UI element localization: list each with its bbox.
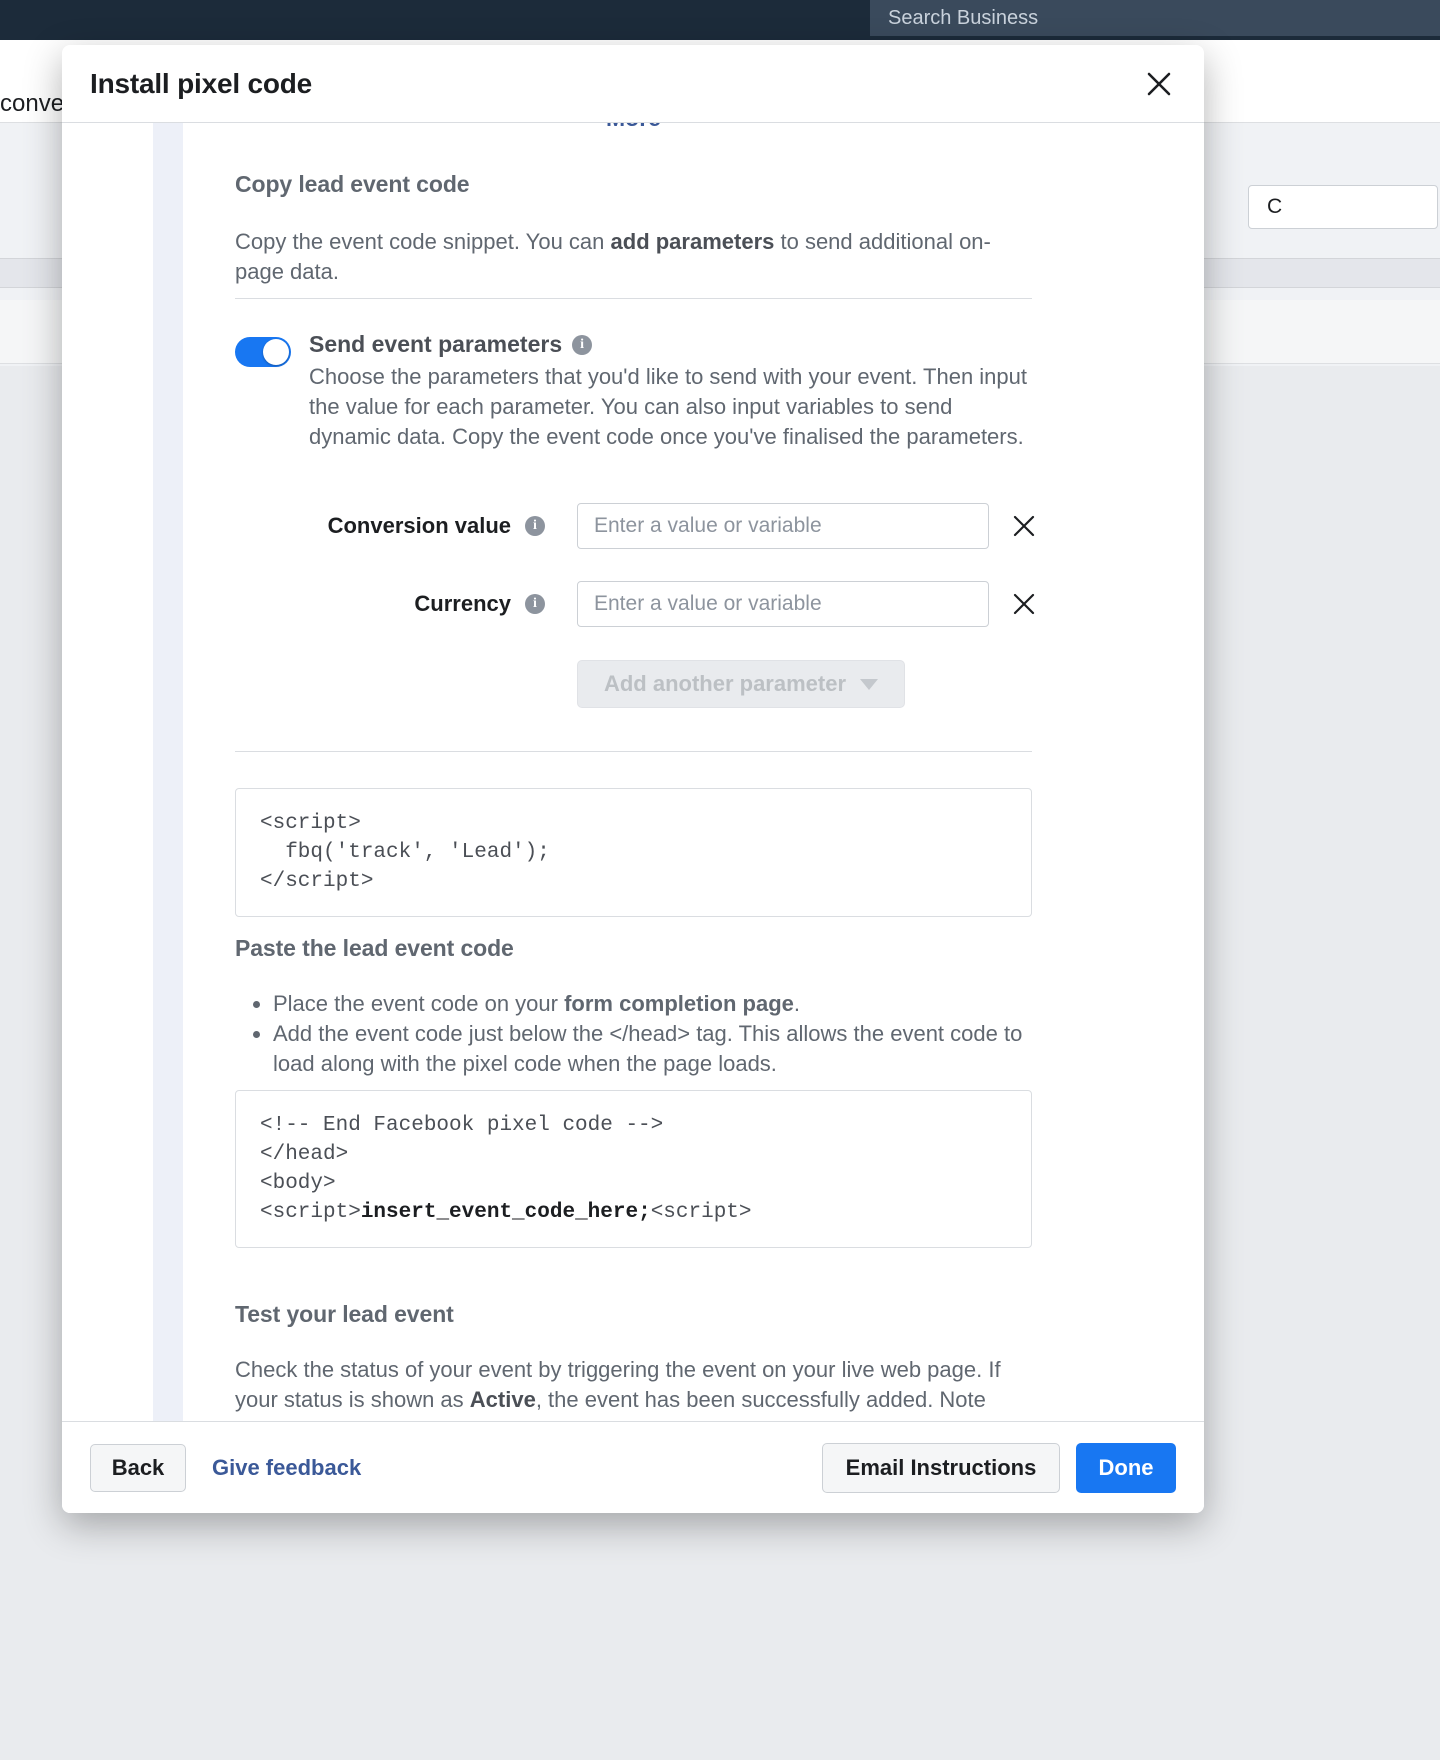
info-icon[interactable]: i [525, 516, 545, 536]
toggle-knob [263, 339, 289, 365]
conversion-value-label: Conversion value [327, 513, 511, 538]
send-event-parameters-title-row: Send event parameters i [309, 331, 1039, 358]
app-top-bar: Search Business [0, 0, 1440, 40]
remove-conversion-value-icon[interactable] [1009, 511, 1039, 541]
copy-lead-event-code-description: Copy the event code snippet. You can add… [235, 227, 1025, 287]
parameter-label-wrap: Conversion value i [235, 513, 545, 539]
send-event-parameters-description: Choose the parameters that you'd like to… [309, 364, 1027, 449]
paste-snippet-line-2: </head> [260, 1143, 349, 1166]
info-icon[interactable]: i [572, 334, 593, 355]
bullet-2-text: Add the event code just below the </head… [273, 1021, 1023, 1076]
give-feedback-link[interactable]: Give feedback [212, 1455, 361, 1481]
bullet-1-part2: . [793, 991, 801, 1016]
paste-snippet-line-4-bold: insert_event_code_here; [360, 1201, 651, 1224]
copy-lead-desc-part1: Copy the event code snippet. You can [235, 229, 611, 254]
currency-input[interactable] [577, 581, 989, 627]
dialog-header: Install pixel code [62, 45, 1204, 123]
conversion-value-input[interactable] [577, 503, 989, 549]
section-divider-mid [235, 751, 1032, 752]
parameter-label-wrap: Currency i [235, 591, 545, 617]
list-item: Add the event code just below the </head… [273, 1019, 1032, 1079]
info-icon[interactable]: i [525, 594, 545, 614]
copy-lead-event-code-heading: Copy lead event code [235, 171, 470, 197]
close-icon[interactable] [1138, 63, 1180, 105]
send-event-parameters-label: Send event parameters [309, 331, 563, 357]
bullet-1-bold: form completion page [564, 991, 794, 1016]
dialog-scroll-body[interactable]: More Copy lead event code Copy the event… [62, 123, 1204, 1421]
dialog-footer: Back Give feedback Email Instructions Do… [62, 1421, 1204, 1513]
test-lead-event-description: Check the status of your event by trigge… [235, 1355, 1030, 1415]
event-code-snippet[interactable]: <script> fbq('track', 'Lead'); </script> [235, 788, 1032, 917]
active-status-emphasis: Active [469, 1387, 536, 1412]
background-breadcrumb-text: conve [0, 90, 65, 117]
paste-snippet-line-3: <body> [260, 1172, 336, 1195]
paste-code-snippet[interactable]: <!-- End Facebook pixel code --> </head>… [235, 1090, 1032, 1248]
dialog-content-column: More Copy lead event code Copy the event… [183, 123, 1142, 1421]
send-event-parameters-block: Send event parameters i Choose the param… [235, 331, 1032, 452]
install-pixel-code-dialog: Install pixel code More Copy lead event … [62, 45, 1204, 1513]
dialog-title: Install pixel code [90, 67, 313, 99]
paste-lead-event-code-heading: Paste the lead event code [235, 935, 514, 961]
paste-snippet-line-4-post: <script> [650, 1201, 752, 1224]
parameter-row-conversion-value: Conversion value i [235, 503, 1039, 549]
test-desc-part2: , the event has been successfully added.… [535, 1387, 986, 1412]
more-link[interactable]: More [235, 123, 1032, 127]
chevron-down-icon [860, 678, 879, 690]
test-lead-event-heading: Test your lead event [235, 1301, 454, 1327]
send-event-parameters-text: Send event parameters i Choose the param… [309, 331, 1039, 452]
done-button[interactable]: Done [1076, 1442, 1176, 1493]
currency-label: Currency [414, 591, 511, 616]
parameter-row-currency: Currency i [235, 581, 1039, 627]
email-instructions-button[interactable]: Email Instructions [822, 1442, 1060, 1493]
section-divider-top [235, 298, 1032, 299]
add-another-parameter-label: Add another parameter [603, 671, 847, 696]
paste-snippet-line-4-pre: <script> [260, 1201, 361, 1224]
send-event-parameters-toggle[interactable] [235, 337, 291, 367]
back-button[interactable]: Back [90, 1443, 186, 1492]
remove-currency-icon[interactable] [1009, 589, 1039, 619]
add-another-parameter-button[interactable]: Add another parameter [577, 660, 905, 708]
background-create-button[interactable]: C [1248, 185, 1438, 229]
search-business-input[interactable]: Search Business [870, 0, 1440, 36]
add-parameters-emphasis: add parameters [610, 229, 775, 254]
paste-snippet-line-1: <!-- End Facebook pixel code --> [260, 1114, 664, 1137]
content-left-rail [153, 123, 183, 1421]
bullet-1-part1: Place the event code on your [273, 991, 565, 1016]
paste-instructions-list: Place the event code on your form comple… [239, 989, 1032, 1079]
list-item: Place the event code on your form comple… [273, 989, 1032, 1019]
